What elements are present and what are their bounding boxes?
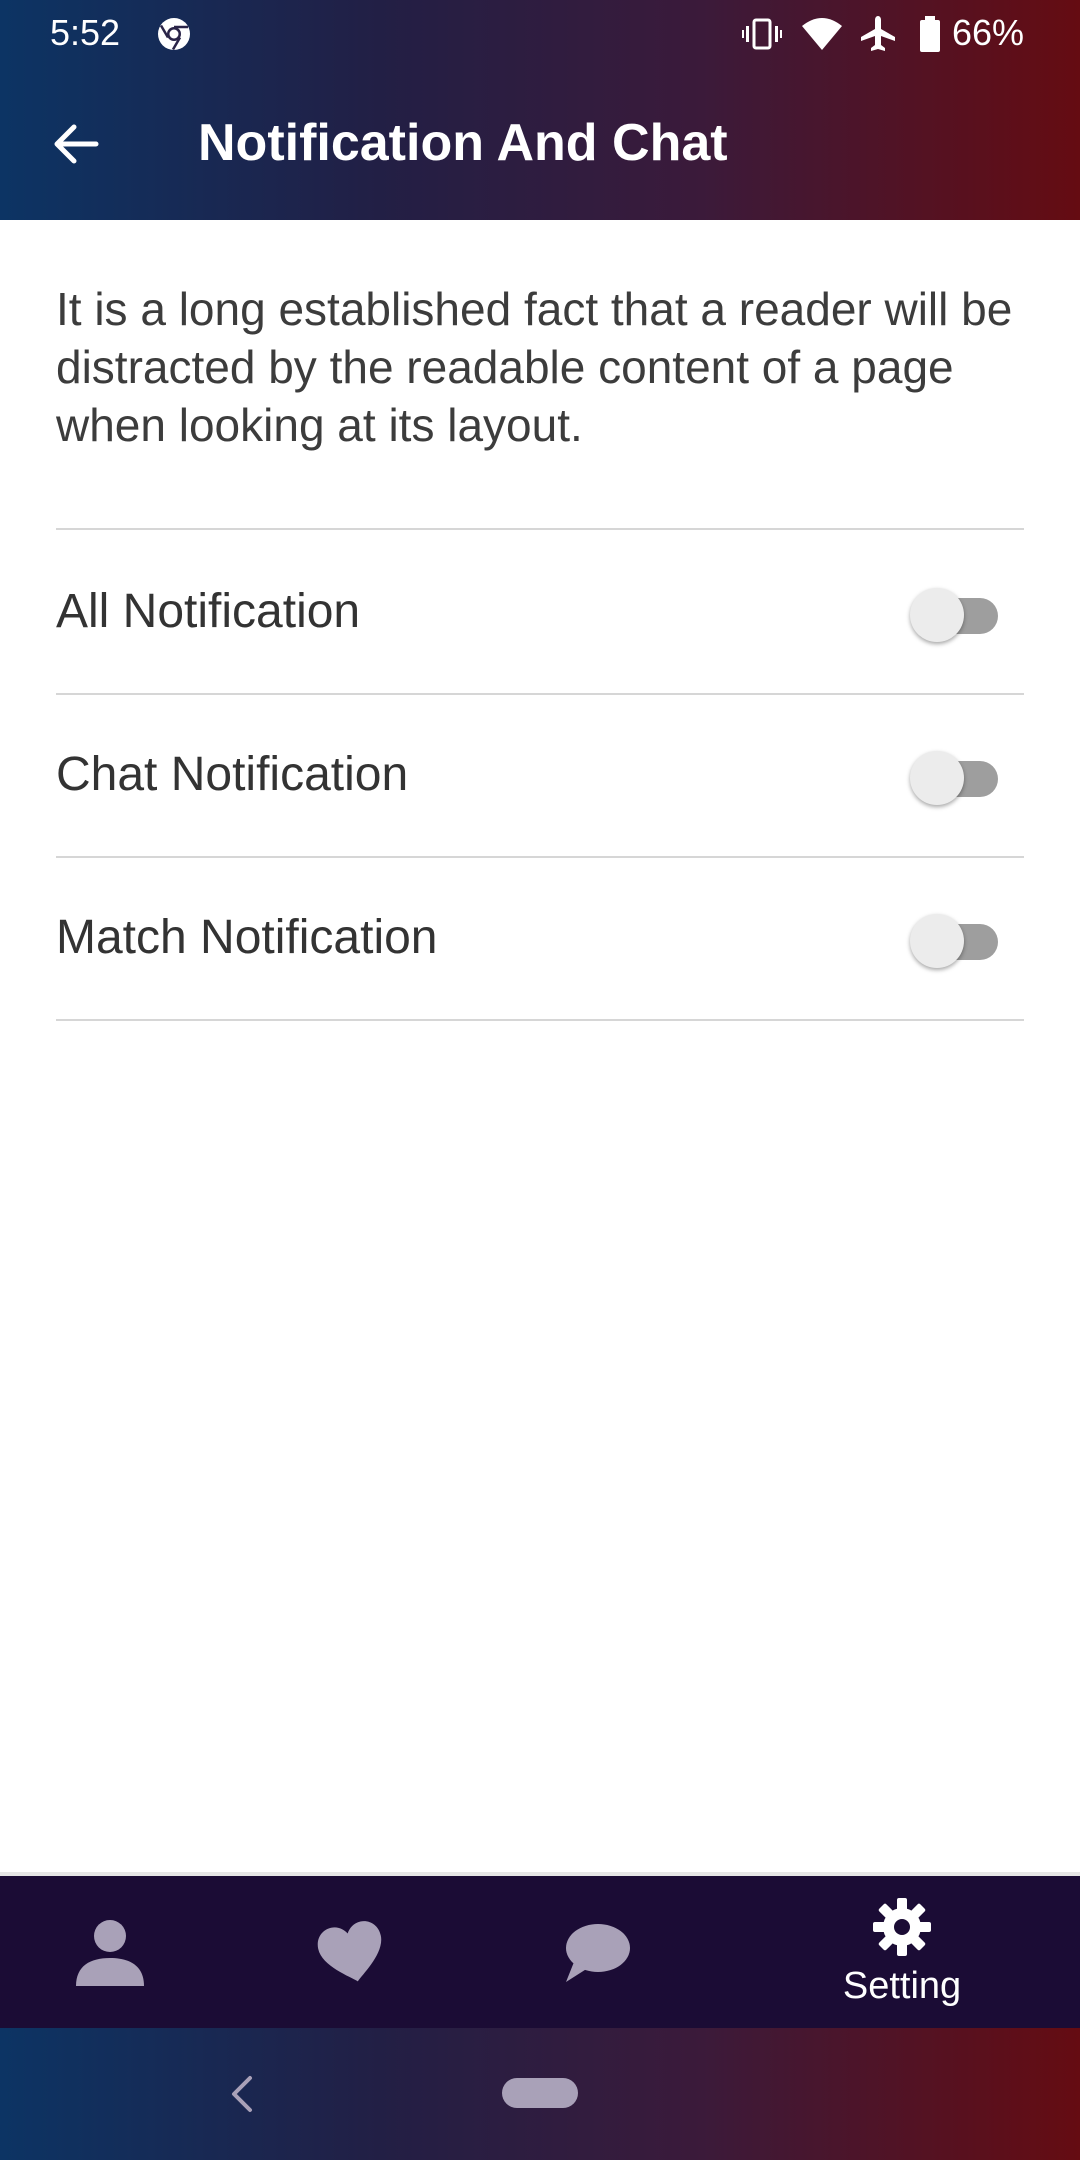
app-bar: Notification And Chat bbox=[0, 66, 1080, 220]
battery-icon bbox=[920, 16, 940, 52]
toggle-thumb bbox=[910, 588, 964, 642]
setting-row-all-notification: All Notification bbox=[56, 530, 1024, 695]
status-time: 5:52 bbox=[50, 12, 121, 53]
status-bar: 5:52 66% bbox=[0, 0, 1080, 66]
match-notification-toggle[interactable] bbox=[910, 908, 1000, 968]
arrow-left-icon bbox=[54, 124, 99, 164]
system-back-icon[interactable] bbox=[222, 2070, 262, 2118]
nav-item-chat[interactable] bbox=[496, 1876, 696, 2028]
setting-row-match-notification: Match Notification bbox=[56, 856, 1024, 1021]
back-button[interactable] bbox=[36, 104, 116, 184]
header: 5:52 66% Notification And Chat bbox=[0, 0, 1080, 220]
gear-icon bbox=[873, 1898, 931, 1956]
system-navigation-bar bbox=[0, 2028, 1080, 2160]
all-notification-toggle[interactable] bbox=[910, 582, 1000, 642]
person-icon bbox=[76, 1920, 144, 1986]
nav-item-profile[interactable] bbox=[10, 1876, 210, 2028]
setting-label: Match Notification bbox=[56, 911, 438, 964]
heart-icon bbox=[317, 1921, 382, 1982]
nav-item-setting[interactable]: Setting bbox=[802, 1876, 1002, 2028]
chrome-icon bbox=[158, 18, 190, 51]
toggle-thumb bbox=[910, 914, 964, 968]
toggle-thumb bbox=[910, 751, 964, 805]
intro-text: It is a long established fact that a rea… bbox=[56, 283, 1013, 451]
setting-label: All Notification bbox=[56, 585, 361, 638]
chat-notification-toggle[interactable] bbox=[910, 745, 1000, 805]
airplane-icon bbox=[861, 16, 895, 51]
nav-item-matches[interactable] bbox=[252, 1876, 452, 2028]
wifi-icon bbox=[802, 18, 842, 50]
chat-bubble-icon bbox=[566, 1924, 630, 1982]
nav-label-setting: Setting bbox=[842, 1965, 962, 2007]
home-pill-button[interactable] bbox=[502, 2078, 578, 2108]
page-title: Notification And Chat bbox=[198, 114, 728, 172]
battery-percentage: 66% bbox=[952, 12, 1025, 53]
setting-label: Chat Notification bbox=[56, 748, 409, 801]
setting-row-chat-notification: Chat Notification bbox=[56, 693, 1024, 858]
bottom-navigation: Setting bbox=[0, 1872, 1080, 2028]
vibrate-icon bbox=[742, 18, 782, 50]
